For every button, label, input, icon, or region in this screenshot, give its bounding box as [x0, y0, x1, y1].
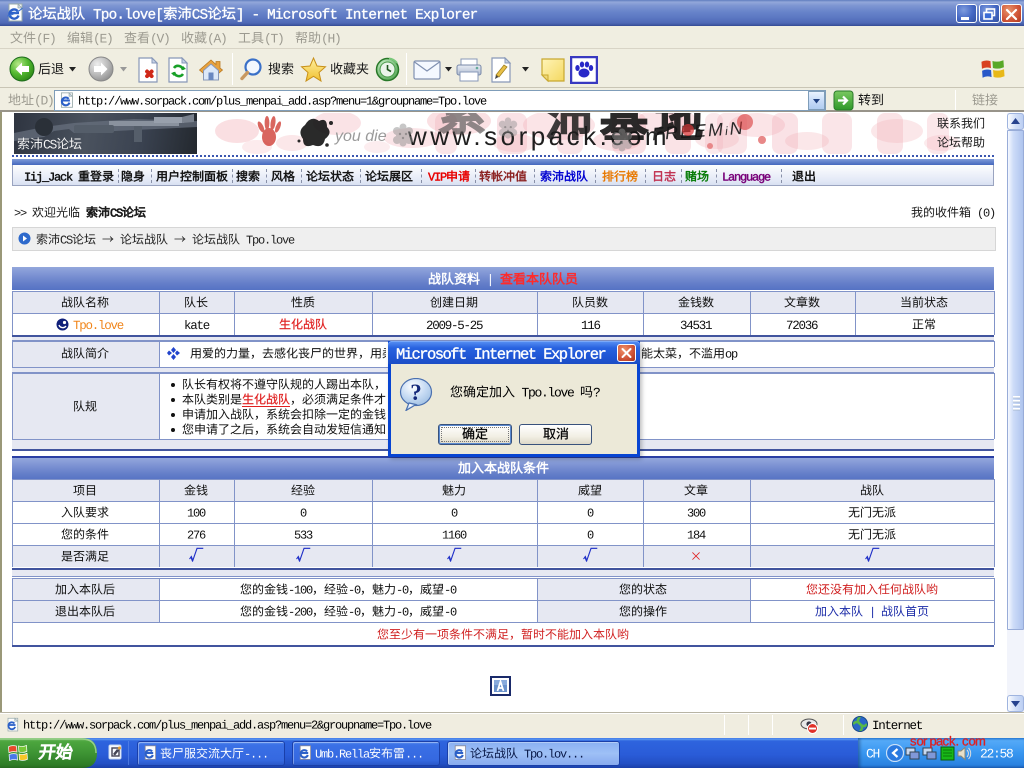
svg-text:?: ?: [410, 380, 422, 405]
